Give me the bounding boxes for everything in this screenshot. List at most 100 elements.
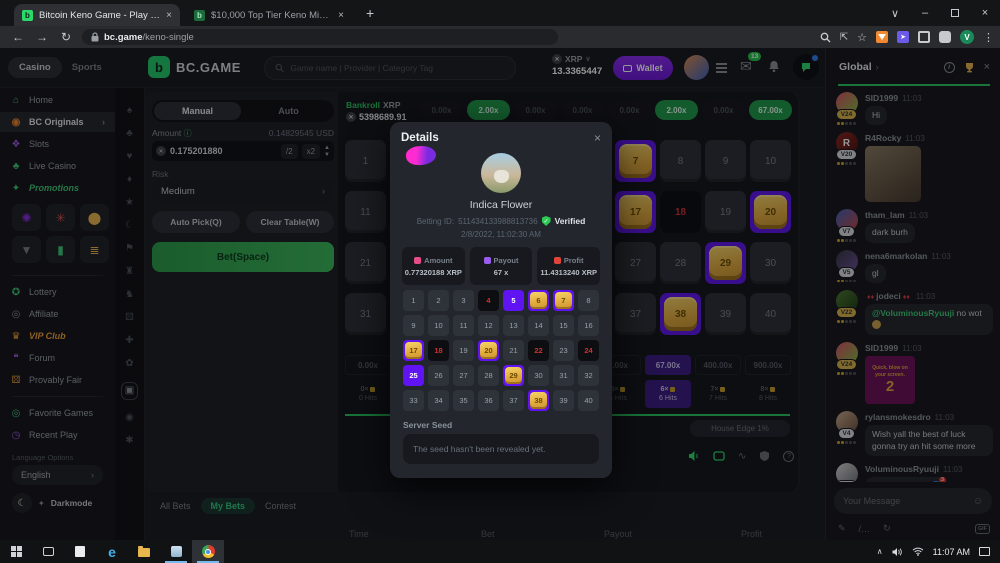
app-window-icon[interactable]: [160, 540, 192, 563]
modal-keno-cell: 18: [428, 340, 449, 361]
server-seed-label: Server Seed: [403, 420, 452, 430]
modal-keno-cell: 29: [503, 365, 524, 386]
payout-stat: Payout67 x: [470, 247, 533, 285]
file-explorer-icon[interactable]: [128, 540, 160, 563]
modal-keno-cell: 23: [553, 340, 574, 361]
modal-keno-cell: 34: [428, 390, 449, 411]
details-modal: Details × Indica Flower Betting ID: 5114…: [390, 122, 612, 478]
amount-icon: [414, 257, 421, 264]
chrome-icon[interactable]: [192, 540, 224, 563]
url-path: /keno-single: [143, 32, 194, 43]
modal-keno-cell: 16: [578, 315, 599, 336]
lock-icon: [91, 32, 99, 42]
modal-keno-cell: 5: [503, 290, 524, 311]
modal-keno-cell: 30: [528, 365, 549, 386]
volume-icon[interactable]: [892, 547, 903, 557]
profit-stat: Profit11.4313240 XRP: [537, 247, 600, 285]
network-icon[interactable]: [912, 547, 924, 556]
new-tab-button[interactable]: +: [366, 5, 374, 21]
page: Casino Sports b BC.GAME ✕XRP∨ 13.3365447…: [0, 48, 1000, 540]
ms-store-icon[interactable]: [64, 540, 96, 563]
modal-keno-cell: 17: [403, 340, 424, 361]
verified-label[interactable]: Verified: [555, 216, 586, 226]
modal-title: Details: [401, 132, 439, 144]
tab-title: Bitcoin Keno Game - Play Jacks o: [39, 10, 160, 21]
forward-icon[interactable]: →: [30, 30, 54, 44]
modal-keno-cell: 19: [453, 340, 474, 361]
modal-keno-cell: 1: [403, 290, 424, 311]
task-view-button[interactable]: [32, 540, 64, 563]
modal-keno-cell: 7: [553, 290, 574, 311]
modal-stats: Amount0.77320188 XRPPayout67 xProfit11.4…: [390, 247, 612, 285]
tab-search-icon[interactable]: ∨: [880, 0, 910, 26]
verified-shield-icon: ✓: [542, 216, 551, 226]
browser-navbar: ← → ↻ bc.game/keno-single ⇱ ☆ ➤ V ⋮: [0, 26, 1000, 48]
browser-menu-icon[interactable]: ⋮: [983, 31, 994, 44]
modal-keno-cell: 25: [403, 365, 424, 386]
action-center-icon[interactable]: [979, 547, 990, 556]
browser-tab-2[interactable]: b $10,000 Top Tier Keno Mixed Ch ×: [186, 4, 352, 26]
browser-profile-avatar[interactable]: V: [960, 30, 974, 44]
betting-id-value: 511434133988813736: [458, 217, 538, 226]
modal-keno-cell: 21: [503, 340, 524, 361]
modal-close-icon[interactable]: ×: [594, 131, 601, 145]
modal-keno-cell: 35: [453, 390, 474, 411]
modal-keno-cell: 24: [578, 340, 599, 361]
zoom-icon[interactable]: [820, 32, 831, 43]
profit-icon: [554, 257, 561, 264]
modal-keno-cell: 33: [403, 390, 424, 411]
bet-timestamp: 2/8/2022, 11:02:30 AM: [390, 230, 612, 239]
modal-keno-cell: 9: [403, 315, 424, 336]
extensions-puzzle-icon[interactable]: [939, 31, 951, 43]
player-avatar[interactable]: [481, 153, 521, 193]
close-button[interactable]: ×: [970, 0, 1000, 26]
modal-keno-cell: 12: [478, 315, 499, 336]
modal-keno-cell: 40: [578, 390, 599, 411]
tab-close-icon[interactable]: ×: [338, 10, 344, 21]
bookmark-star-icon[interactable]: ☆: [857, 31, 867, 44]
bcgame-favicon: b: [194, 10, 205, 21]
modal-keno-grid: 1234567891011121314151617181920212223242…: [403, 290, 599, 411]
pointer-extension-icon[interactable]: ➤: [897, 31, 909, 43]
bcgame-favicon: b: [22, 10, 33, 21]
modal-keno-cell: 22: [528, 340, 549, 361]
modal-keno-cell: 6: [528, 290, 549, 311]
modal-keno-cell: 38: [528, 390, 549, 411]
server-seed-value: The seed hasn't been revealed yet.: [403, 434, 599, 464]
browser-titlebar: b Bitcoin Keno Game - Play Jacks o × b $…: [0, 0, 1000, 26]
amount-stat: Amount0.77320188 XRP: [402, 247, 465, 285]
player-username[interactable]: Indica Flower: [390, 199, 612, 211]
minimize-button[interactable]: –: [910, 0, 940, 26]
modal-keno-cell: 15: [553, 315, 574, 336]
modal-keno-cell: 11: [453, 315, 474, 336]
url-host: bc.game: [104, 32, 143, 43]
modal-keno-cell: 3: [453, 290, 474, 311]
betting-id-label: Betting ID:: [417, 217, 454, 226]
modal-keno-cell: 4: [478, 290, 499, 311]
modal-keno-cell: 26: [428, 365, 449, 386]
reload-icon[interactable]: ↻: [54, 30, 78, 44]
modal-keno-cell: 20: [478, 340, 499, 361]
tab-close-icon[interactable]: ×: [166, 10, 172, 21]
modal-keno-cell: 13: [503, 315, 524, 336]
back-icon[interactable]: ←: [6, 30, 30, 44]
browser-tab-1[interactable]: b Bitcoin Keno Game - Play Jacks o ×: [14, 4, 180, 26]
payout-icon: [484, 257, 491, 264]
modal-keno-cell: 32: [578, 365, 599, 386]
maximize-button[interactable]: [940, 0, 970, 26]
tray-expand-icon[interactable]: ∧: [877, 547, 883, 556]
clock[interactable]: 11:07 AM: [933, 547, 970, 557]
keno-logo-graphic: [405, 144, 437, 166]
modal-keno-cell: 27: [453, 365, 474, 386]
modal-keno-cell: 10: [428, 315, 449, 336]
start-button[interactable]: [0, 540, 32, 563]
modal-keno-cell: 14: [528, 315, 549, 336]
edge-icon[interactable]: e: [96, 540, 128, 563]
modal-keno-cell: 28: [478, 365, 499, 386]
metamask-extension-icon[interactable]: [876, 31, 888, 43]
qr-extension-icon[interactable]: [918, 31, 930, 43]
modal-keno-cell: 39: [553, 390, 574, 411]
address-bar[interactable]: bc.game/keno-single: [82, 29, 558, 45]
modal-keno-cell: 2: [428, 290, 449, 311]
share-icon[interactable]: ⇱: [840, 32, 848, 43]
